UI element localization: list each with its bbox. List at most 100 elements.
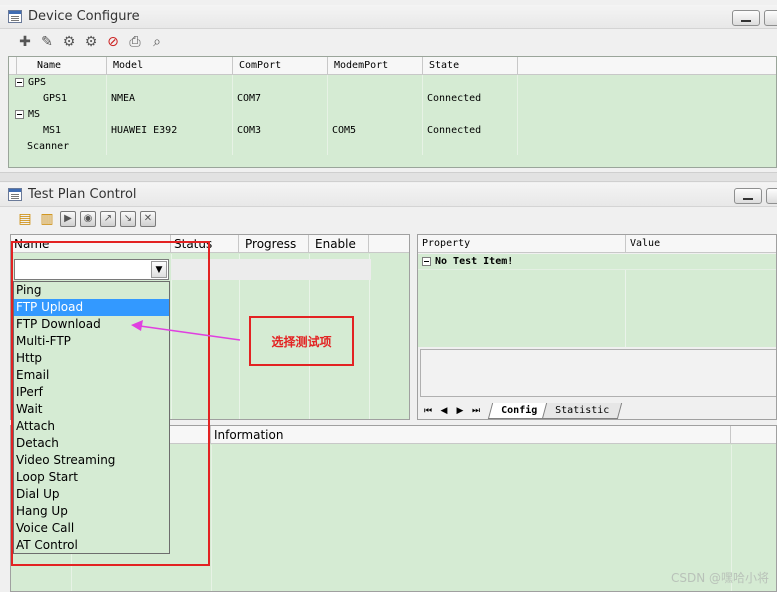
annotation-label: 选择测试项: [271, 334, 332, 349]
device-model: HUAWEI E392: [107, 123, 233, 139]
property-body: No Test Item!: [418, 254, 776, 347]
connect-icon[interactable]: ⚙: [60, 33, 78, 51]
device-row-ms1[interactable]: MS1 HUAWEI E392 COM3 COM5 Connected: [9, 123, 776, 139]
search-icon[interactable]: ⌕: [148, 33, 166, 51]
start-icon[interactable]: ▶: [60, 211, 76, 227]
test-plan-grid-header: Name Status Progress Enable: [11, 235, 409, 253]
prev-tab-icon[interactable]: ◀: [436, 403, 452, 419]
column-comport[interactable]: ComPort: [233, 57, 328, 74]
device-name: Scanner: [9, 139, 107, 155]
test-plan-titlebar: Test Plan Control: [0, 183, 777, 207]
last-tab-icon[interactable]: ⏭: [468, 403, 484, 419]
dropdown-item-voice-call[interactable]: Voice Call: [14, 520, 169, 537]
add-device-icon[interactable]: ✚: [16, 33, 34, 51]
watermark: CSDN @嘿哈小将: [670, 571, 769, 585]
device-row-scanner[interactable]: Scanner: [9, 139, 776, 155]
column-value[interactable]: Value: [626, 235, 776, 252]
clear-icon[interactable]: ✕: [140, 211, 156, 227]
column-name[interactable]: Name: [17, 57, 107, 74]
new-plan-icon[interactable]: ▤: [16, 210, 34, 228]
dropdown-arrow-icon[interactable]: ▼: [151, 261, 167, 278]
maximize-button[interactable]: [764, 10, 777, 26]
device-row-gps1[interactable]: GPS1 NMEA COM7 Connected: [9, 91, 776, 107]
export-icon[interactable]: ↘: [120, 211, 136, 227]
column-information[interactable]: Information: [211, 426, 731, 443]
minimize-button[interactable]: [732, 10, 760, 26]
minimize-button[interactable]: [734, 188, 762, 204]
device-row-ms[interactable]: MS: [9, 107, 776, 123]
dropdown-item-attach[interactable]: Attach: [14, 418, 169, 435]
column-model[interactable]: Model: [107, 57, 233, 74]
tab-config[interactable]: Config: [487, 403, 551, 419]
dropdown-item-detach[interactable]: Detach: [14, 435, 169, 452]
device-name: MS: [28, 109, 41, 120]
test-item-combobox[interactable]: ▼: [14, 259, 169, 280]
no-test-item-text: No Test Item!: [435, 256, 514, 267]
test-plan-title: Test Plan Control: [28, 187, 137, 202]
annotation-label-box: 选择测试项: [249, 316, 354, 366]
dropdown-item-ftp-download[interactable]: FTP Download: [14, 316, 169, 333]
device-modemport: COM5: [328, 123, 423, 139]
dropdown-item-video-streaming[interactable]: Video Streaming: [14, 452, 169, 469]
dropdown-item-ftp-upload[interactable]: FTP Upload: [14, 299, 169, 316]
device-toolbar: ✚ ✎ ⚙ ⚙ ⊘ ⎙ ⌕: [0, 29, 777, 55]
dropdown-item-iperf[interactable]: IPerf: [14, 384, 169, 401]
print-icon[interactable]: ⎙: [126, 33, 144, 51]
column-status[interactable]: Status: [171, 235, 239, 252]
first-tab-icon[interactable]: ⏮: [420, 403, 436, 419]
collapse-icon[interactable]: [15, 109, 24, 119]
maximize-button[interactable]: [766, 188, 777, 204]
property-empty-row: No Test Item!: [418, 254, 776, 270]
test-item-dropdown-list[interactable]: Ping FTP Upload FTP Download Multi-FTP H…: [13, 281, 170, 554]
dropdown-item-hang-up[interactable]: Hang Up: [14, 503, 169, 520]
test-plan-toolbar: ▤ ▥ ▶ ◉ ↗ ↘ ✕: [0, 206, 777, 232]
device-grid: Name Model ComPort ModemPort State GPS G…: [8, 56, 777, 168]
property-panel: Property Value No Test Item! ⏮ ◀ ▶ ⏭ Con…: [417, 234, 777, 420]
column-name[interactable]: Name: [11, 235, 171, 252]
dropdown-item-http[interactable]: Http: [14, 350, 169, 367]
device-state: Connected: [423, 123, 518, 139]
minimize-icon: [741, 20, 751, 22]
device-configure-title: Device Configure: [28, 9, 140, 24]
collapse-icon[interactable]: [15, 77, 24, 87]
dropdown-item-loop-start[interactable]: Loop Start: [14, 469, 169, 486]
next-tab-icon[interactable]: ▶: [452, 403, 468, 419]
minimize-icon: [743, 198, 753, 200]
column-property[interactable]: Property: [418, 235, 626, 252]
window-icon: [8, 188, 22, 201]
device-comport: COM3: [233, 123, 328, 139]
device-model: NMEA: [107, 91, 233, 107]
device-configure-titlebar: Device Configure: [0, 5, 777, 29]
window-splitter[interactable]: [0, 172, 777, 182]
device-state: Connected: [423, 91, 518, 107]
column-enable[interactable]: Enable: [309, 235, 369, 252]
delete-device-icon[interactable]: ⊘: [104, 33, 122, 51]
device-row-gps[interactable]: GPS: [9, 75, 776, 91]
dropdown-item-multi-ftp[interactable]: Multi-FTP: [14, 333, 169, 350]
disconnect-icon[interactable]: ⚙: [82, 33, 100, 51]
tab-statistic[interactable]: Statistic: [541, 403, 623, 419]
device-name: GPS1: [9, 91, 107, 107]
column-progress[interactable]: Progress: [239, 235, 309, 252]
device-comport: COM7: [233, 91, 328, 107]
device-modemport: [328, 91, 423, 107]
dropdown-item-email[interactable]: Email: [14, 367, 169, 384]
open-plan-icon[interactable]: ▥: [38, 210, 56, 228]
collapse-icon[interactable]: [422, 256, 431, 266]
property-description: [420, 349, 776, 397]
window-icon: [8, 10, 22, 23]
dropdown-item-wait[interactable]: Wait: [14, 401, 169, 418]
device-name: GPS: [28, 77, 47, 88]
dropdown-item-at-control[interactable]: AT Control: [14, 537, 169, 554]
device-name: MS1: [9, 123, 107, 139]
column-state[interactable]: State: [423, 57, 518, 74]
import-icon[interactable]: ↗: [100, 211, 116, 227]
stop-icon[interactable]: ◉: [80, 211, 96, 227]
dropdown-item-ping[interactable]: Ping: [14, 282, 169, 299]
dropdown-item-dial-up[interactable]: Dial Up: [14, 486, 169, 503]
column-modemport[interactable]: ModemPort: [328, 57, 423, 74]
edit-device-icon[interactable]: ✎: [38, 33, 56, 51]
property-header: Property Value: [418, 235, 776, 253]
property-tabs: ⏮ ◀ ▶ ⏭ Config Statistic: [418, 399, 776, 419]
device-grid-header: Name Model ComPort ModemPort State: [9, 57, 776, 75]
